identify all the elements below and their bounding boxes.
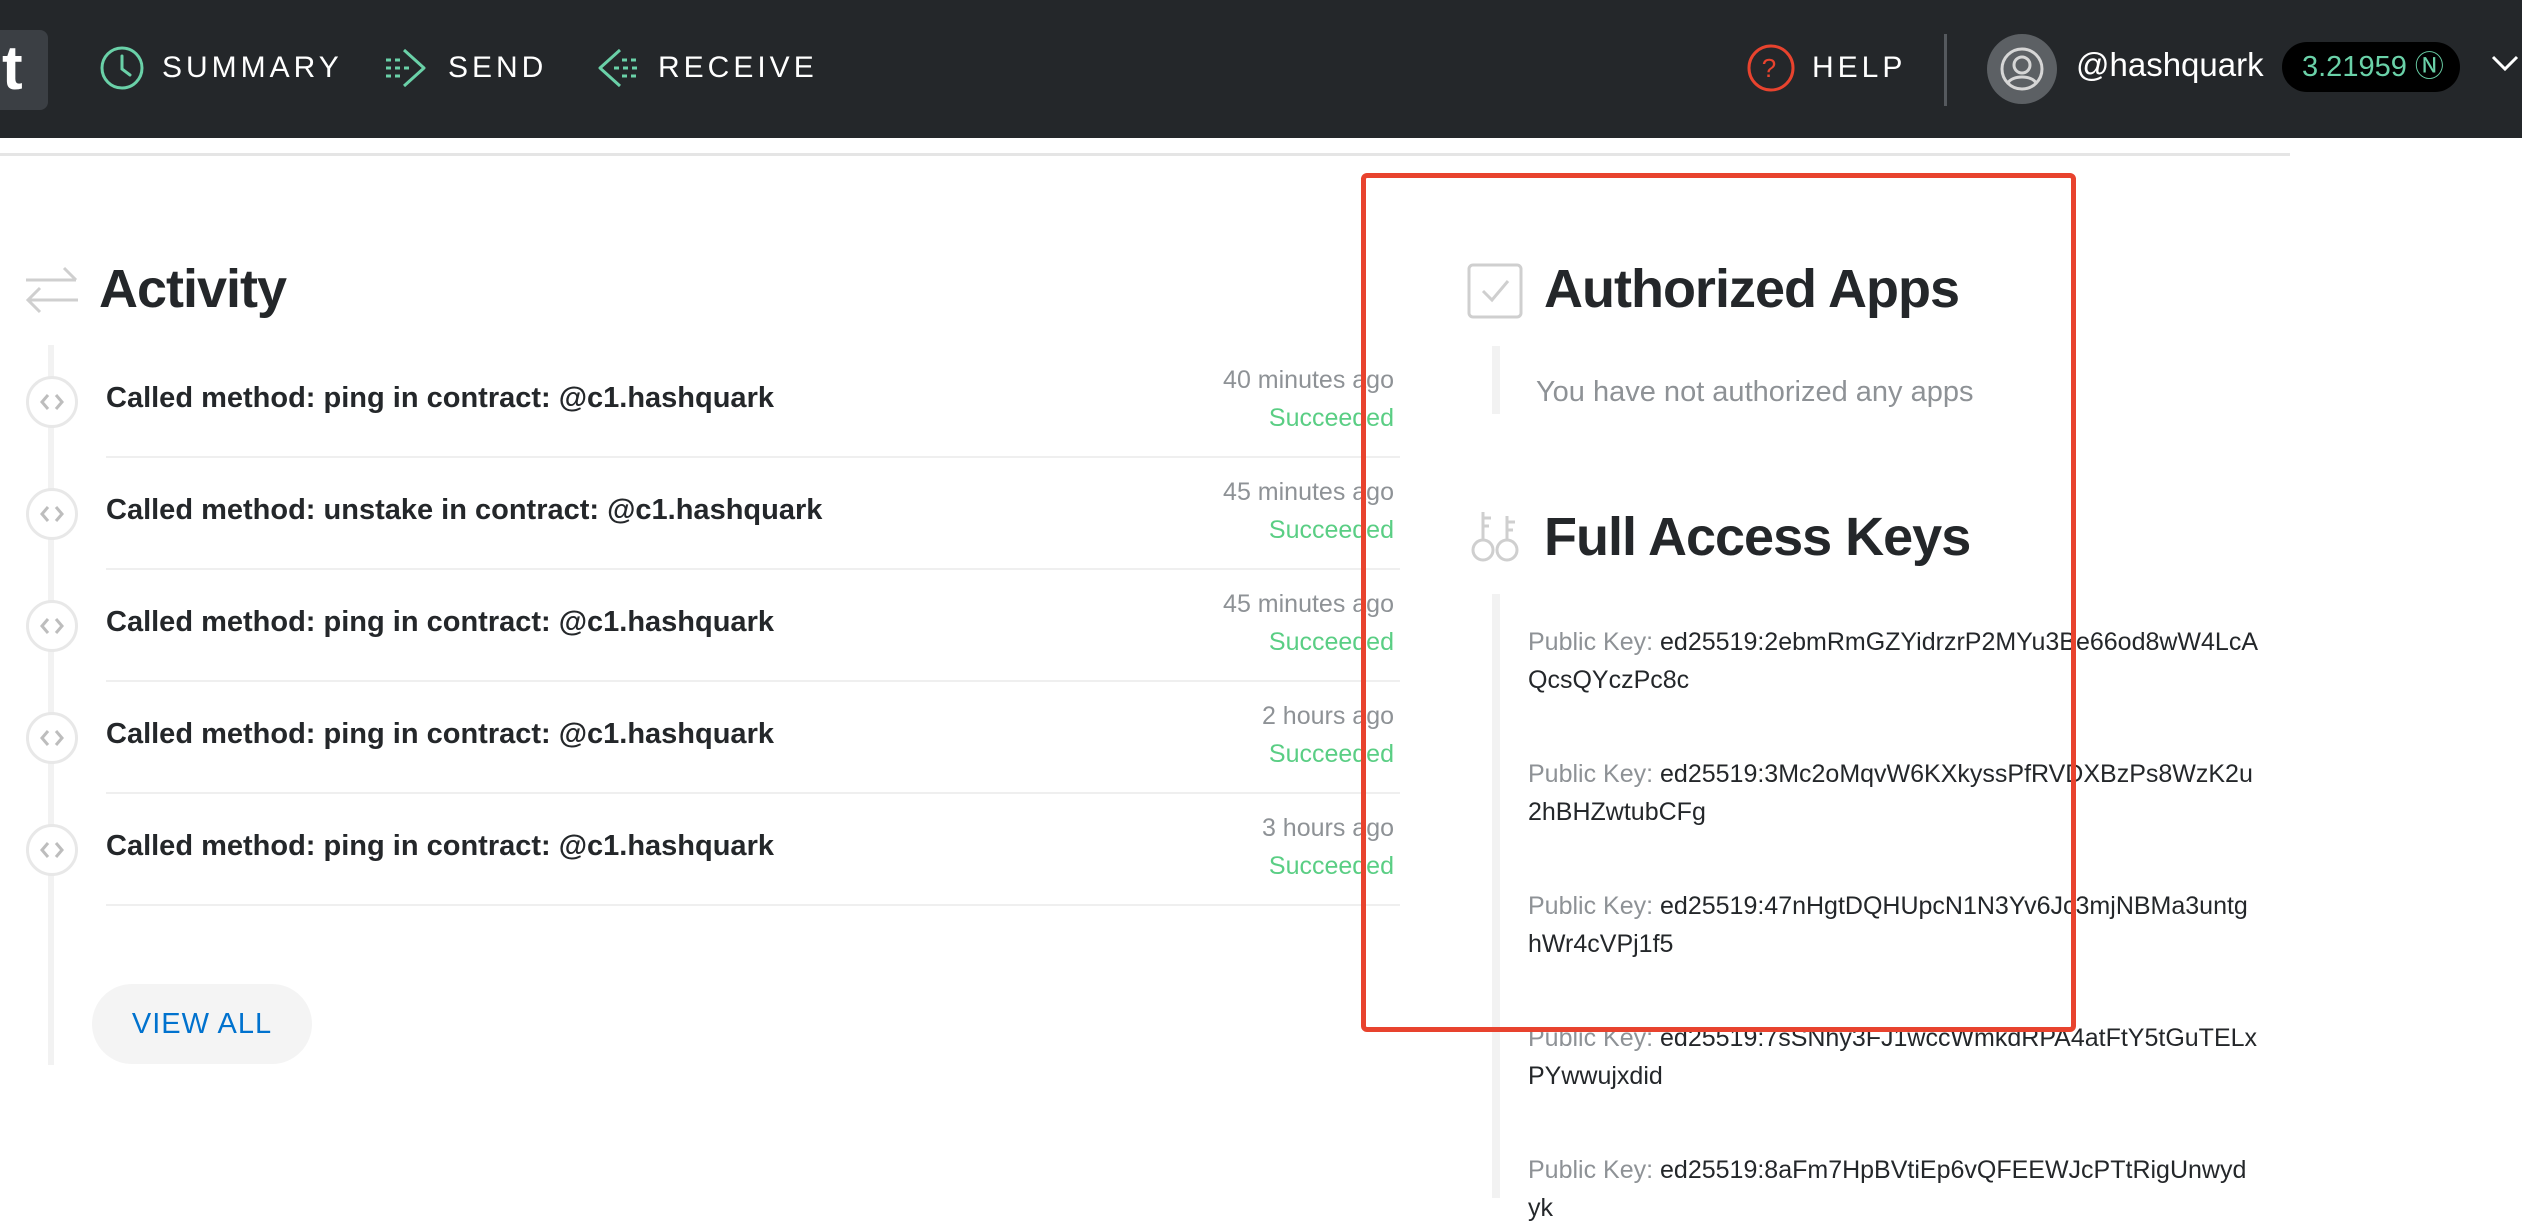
nav-receive[interactable]: RECEIVE: [592, 38, 818, 98]
full-access-keys-title: Full Access Keys: [1544, 507, 1971, 567]
activity-time: 2 hours ago: [1261, 702, 1394, 730]
activity-item[interactable]: Called method: ping in contract: @c1.has…: [0, 346, 1400, 458]
activity-item[interactable]: Called method: ping in contract: @c1.has…: [0, 682, 1400, 794]
activity-description: Called method: ping in contract: @c1.has…: [106, 830, 774, 862]
public-key-entry: Public Key: ed25519:47nHgtDQHUpcN1N3Yv6J…: [1528, 887, 2258, 963]
activity-status: Succeeded: [1268, 628, 1394, 656]
activity-title: Activity: [99, 259, 287, 319]
activity-description: Called method: ping in contract: @c1.has…: [106, 718, 774, 750]
method-call-icon: [26, 488, 78, 540]
nav-receive-label: RECEIVE: [658, 51, 818, 84]
public-key-label: Public Key:: [1528, 628, 1654, 656]
public-key-entry: Public Key: ed25519:3Mc2oMqvW6KXkyssPfRV…: [1528, 755, 2258, 831]
activity-status: Succeeded: [1268, 740, 1394, 768]
checkbox-icon: [1467, 263, 1523, 319]
nav-send[interactable]: SEND: [382, 38, 547, 98]
public-key-entry: Public Key: ed25519:7sSNhy3FJ1wccWmkdRPA…: [1528, 1019, 2258, 1095]
public-key-entry: Public Key: ed25519:2ebmRmGZYidrzrP2MYu3…: [1528, 623, 2258, 699]
keys-icon: [1471, 512, 1519, 562]
svg-text:?: ?: [1762, 53, 1780, 83]
nav-help-label: HELP: [1812, 51, 1907, 84]
activity-description: Called method: ping in contract: @c1.has…: [106, 382, 774, 414]
authorized-apps-empty-text: You have not authorized any apps: [1536, 376, 1974, 408]
activity-item[interactable]: Called method: ping in contract: @c1.has…: [0, 794, 1400, 906]
public-key-label: Public Key:: [1528, 892, 1654, 920]
activity-status: Succeeded: [1268, 516, 1394, 544]
authorized-apps-title: Authorized Apps: [1544, 259, 1960, 319]
transfer-arrows-icon: [25, 266, 78, 314]
nav-divider: [1944, 34, 1947, 106]
account-avatar[interactable]: [1987, 34, 2057, 104]
help-icon: ?: [1747, 44, 1795, 92]
balance-badge: 3.21959 Ⓝ: [2282, 42, 2460, 92]
activity-time: 45 minutes ago: [1223, 478, 1394, 506]
activity-time: 40 minutes ago: [1223, 366, 1394, 394]
chevron-down-icon[interactable]: [2490, 52, 2520, 74]
row-divider: [106, 904, 1400, 906]
nav-summary[interactable]: SUMMARY: [98, 38, 343, 98]
activity-description: Called method: unstake in contract: @c1.…: [106, 494, 823, 526]
apps-side-bar: [1492, 346, 1500, 414]
top-navbar: t SUMMARY SEND RECEIVE ? HELP @hashquark…: [0, 0, 2522, 138]
activity-status: Succeeded: [1268, 404, 1394, 432]
keys-side-bar: [1492, 594, 1500, 1198]
method-call-icon: [26, 824, 78, 876]
header-divider: [0, 153, 2290, 156]
nav-summary-label: SUMMARY: [162, 51, 343, 84]
user-icon: [2000, 47, 2044, 91]
method-call-icon: [26, 712, 78, 764]
account-name[interactable]: @hashquark: [2076, 46, 2264, 84]
nav-send-label: SEND: [448, 51, 548, 84]
public-key-entry: Public Key: ed25519:8aFm7HpBVtiEp6vQFEEW…: [1528, 1151, 2258, 1227]
clock-icon: [100, 46, 144, 90]
activity-item[interactable]: Called method: ping in contract: @c1.has…: [0, 570, 1400, 682]
public-key-label: Public Key:: [1528, 760, 1654, 788]
send-arrow-icon: [386, 48, 426, 88]
view-all-button[interactable]: VIEW ALL: [92, 984, 312, 1064]
activity-status: Succeeded: [1268, 852, 1394, 880]
activity-time: 3 hours ago: [1261, 814, 1394, 842]
method-call-icon: [26, 376, 78, 428]
wallet-logo[interactable]: t: [0, 30, 48, 110]
nav-help[interactable]: ? HELP: [1746, 38, 1906, 98]
activity-item[interactable]: Called method: unstake in contract: @c1.…: [0, 458, 1400, 570]
public-key-label: Public Key:: [1528, 1024, 1654, 1052]
activity-time: 45 minutes ago: [1223, 590, 1394, 618]
method-call-icon: [26, 600, 78, 652]
receive-arrow-icon: [598, 48, 638, 88]
public-key-label: Public Key:: [1528, 1156, 1654, 1184]
activity-description: Called method: ping in contract: @c1.has…: [106, 606, 774, 638]
